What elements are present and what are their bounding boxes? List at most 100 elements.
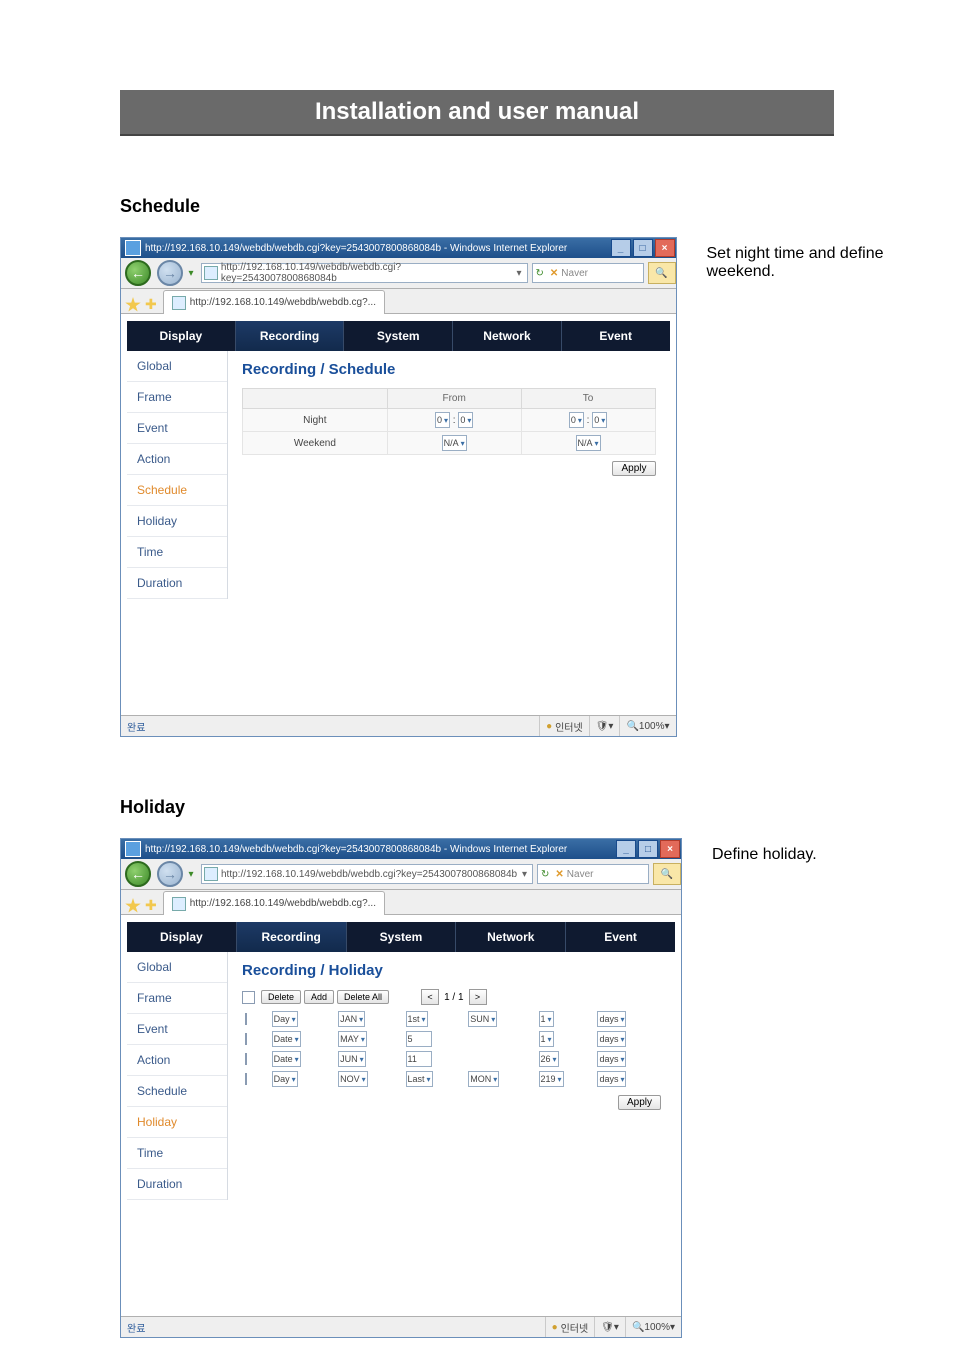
night-to-h[interactable]: 0▾ — [569, 412, 584, 428]
sidebar-item-event[interactable]: Event — [127, 413, 227, 444]
sidebar-item-holiday[interactable]: Holiday — [127, 506, 227, 537]
minimize-button[interactable]: _ — [616, 840, 636, 858]
tab-system[interactable]: System — [346, 922, 456, 952]
tab-label: http://192.168.10.149/webdb/webdb.cg?... — [190, 297, 376, 308]
sidebar-item-global[interactable]: Global — [127, 952, 227, 983]
mode-select[interactable]: Date▾ — [272, 1051, 301, 1067]
maximize-button[interactable]: □ — [638, 840, 658, 858]
sidebar-item-action[interactable]: Action — [127, 444, 227, 475]
sidebar-item-schedule[interactable]: Schedule — [127, 475, 227, 506]
pager-next[interactable]: > — [469, 989, 487, 1005]
mode-select[interactable]: Date▾ — [272, 1031, 301, 1047]
count-select[interactable]: 219▾ — [539, 1071, 564, 1087]
close-button[interactable]: × — [660, 840, 680, 858]
sidebar-item-holiday[interactable]: Holiday — [127, 1107, 227, 1138]
close-button[interactable]: × — [655, 239, 675, 257]
night-from-m[interactable]: 0▾ — [458, 412, 473, 428]
month-select[interactable]: JUN▾ — [338, 1051, 366, 1067]
ie-icon — [125, 841, 141, 857]
row-checkbox[interactable] — [245, 1053, 247, 1065]
status-zoom[interactable]: 🔍 100% ▾ — [625, 1317, 681, 1337]
tab-recording[interactable]: Recording — [236, 922, 346, 952]
forward-button[interactable]: → — [157, 861, 183, 887]
count-select[interactable]: 26▾ — [539, 1051, 559, 1067]
day-select[interactable]: Last▾ — [406, 1071, 433, 1087]
sidebar-item-event[interactable]: Event — [127, 1014, 227, 1045]
tab-event[interactable]: Event — [561, 321, 670, 351]
tab-network[interactable]: Network — [452, 321, 561, 351]
sidebar-item-frame[interactable]: Frame — [127, 382, 227, 413]
delete-all-button[interactable]: Delete All — [337, 990, 389, 1004]
delete-button[interactable]: Delete — [261, 990, 301, 1004]
weekend-to[interactable]: N/A▾ — [576, 435, 601, 451]
tab-system[interactable]: System — [343, 321, 452, 351]
search-go-button[interactable]: 🔍 — [648, 262, 676, 284]
browser-tab[interactable]: http://192.168.10.149/webdb/webdb.cg?... — [163, 290, 385, 314]
dur-select[interactable]: days▾ — [597, 1071, 626, 1087]
sidebar-item-schedule[interactable]: Schedule — [127, 1076, 227, 1107]
day-select[interactable]: 1st▾ — [406, 1011, 428, 1027]
tab-display[interactable]: Display — [127, 922, 236, 952]
sidebar-item-frame[interactable]: Frame — [127, 983, 227, 1014]
table-row: Date▾ MAY▾ 5 1▾ days▾ — [242, 1029, 661, 1049]
month-select[interactable]: JAN▾ — [338, 1011, 365, 1027]
month-select[interactable]: MAY▾ — [338, 1031, 367, 1047]
tab-network[interactable]: Network — [455, 922, 565, 952]
day-select[interactable]: 11 — [406, 1051, 432, 1067]
address-drop-icon[interactable]: ▾ — [519, 869, 530, 880]
month-select[interactable]: NOV▾ — [338, 1071, 368, 1087]
tab-display[interactable]: Display — [127, 321, 235, 351]
sidebar-item-action[interactable]: Action — [127, 1045, 227, 1076]
count-select[interactable]: 1▾ — [539, 1011, 554, 1027]
ie-window-schedule: http://192.168.10.149/webdb/webdb.cgi?ke… — [120, 237, 677, 737]
search-go-button[interactable]: 🔍 — [653, 863, 681, 885]
weekday-select[interactable]: SUN▾ — [468, 1011, 497, 1027]
night-to-m[interactable]: 0▾ — [592, 412, 607, 428]
apply-button[interactable]: Apply — [618, 1095, 661, 1110]
maximize-button[interactable]: □ — [633, 239, 653, 257]
mode-select[interactable]: Day▾ — [272, 1071, 298, 1087]
sidebar-item-duration[interactable]: Duration — [127, 1169, 227, 1200]
sidebar-item-time[interactable]: Time — [127, 1138, 227, 1169]
tab-recording[interactable]: Recording — [235, 321, 344, 351]
day-select[interactable]: 5 — [406, 1031, 432, 1047]
dur-select[interactable]: days▾ — [597, 1011, 626, 1027]
weekend-from[interactable]: N/A▾ — [442, 435, 467, 451]
mode-select[interactable]: Day▾ — [272, 1011, 298, 1027]
page-icon — [204, 867, 218, 881]
favorites-icon[interactable] — [125, 297, 141, 313]
pager-prev[interactable]: < — [421, 989, 439, 1005]
address-bar[interactable]: http://192.168.10.149/webdb/webdb.cgi?ke… — [201, 864, 533, 884]
search-box[interactable]: ↻ ✕ Naver — [537, 864, 649, 884]
add-favorite-icon[interactable]: ✚ — [145, 296, 157, 313]
sidebar-item-global[interactable]: Global — [127, 351, 227, 382]
night-from-h[interactable]: 0▾ — [435, 412, 450, 428]
favorites-icon[interactable] — [125, 898, 141, 914]
row-checkbox[interactable] — [245, 1033, 247, 1045]
nav-history-drop[interactable]: ▾ — [185, 863, 197, 885]
nav-history-drop[interactable]: ▾ — [185, 262, 197, 284]
back-button[interactable]: ← — [125, 861, 151, 887]
dur-select[interactable]: days▾ — [597, 1051, 626, 1067]
add-favorite-icon[interactable]: ✚ — [145, 897, 157, 914]
forward-button[interactable]: → — [157, 260, 183, 286]
search-box[interactable]: ↻ ✕ Naver — [532, 263, 644, 283]
back-button[interactable]: ← — [125, 260, 151, 286]
status-zoom[interactable]: 🔍 100% ▾ — [619, 716, 675, 736]
address-drop-icon[interactable]: ▾ — [513, 268, 524, 279]
tab-event[interactable]: Event — [565, 922, 675, 952]
sidebar-item-duration[interactable]: Duration — [127, 568, 227, 599]
sidebar-item-time[interactable]: Time — [127, 537, 227, 568]
minimize-button[interactable]: _ — [611, 239, 631, 257]
row-checkbox[interactable] — [245, 1073, 247, 1085]
add-button[interactable]: Add — [304, 990, 334, 1004]
address-bar[interactable]: http://192.168.10.149/webdb/webdb.cgi?ke… — [201, 263, 528, 283]
weekday-select[interactable]: MON▾ — [468, 1071, 499, 1087]
row-checkbox[interactable] — [245, 1013, 247, 1025]
browser-tab[interactable]: http://192.168.10.149/webdb/webdb.cg?... — [163, 891, 385, 915]
select-all-checkbox[interactable] — [242, 991, 255, 1004]
apply-button[interactable]: Apply — [612, 461, 655, 476]
main-tabs: Display Recording System Network Event — [127, 321, 670, 351]
dur-select[interactable]: days▾ — [597, 1031, 626, 1047]
count-select[interactable]: 1▾ — [539, 1031, 554, 1047]
